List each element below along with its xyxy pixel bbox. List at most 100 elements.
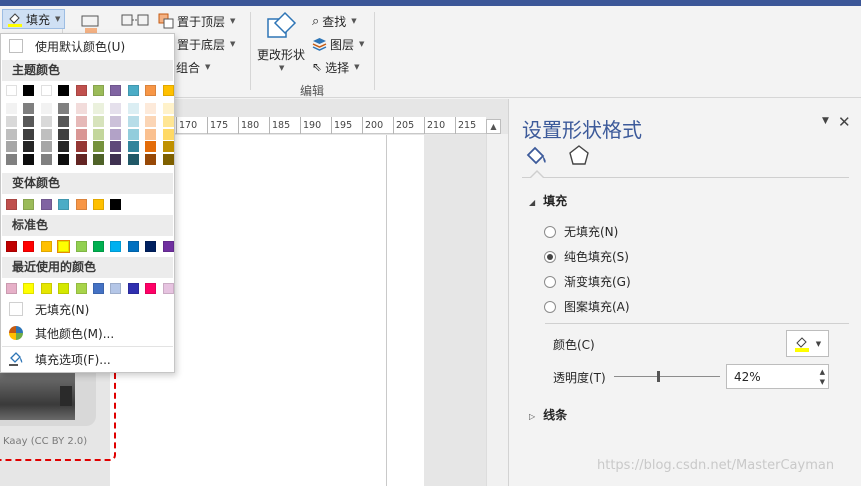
theme-shade-swatch[interactable] <box>145 103 157 114</box>
theme-color-swatch[interactable] <box>23 85 35 96</box>
theme-shade-swatch[interactable] <box>40 154 52 166</box>
theme-shade-swatch[interactable] <box>145 141 157 153</box>
fill-section-header[interactable]: ◢ 填充 <box>529 192 567 209</box>
gradient-fill-option[interactable]: 渐变填充(G) <box>544 273 631 290</box>
scroll-up-button[interactable]: ▲ <box>486 119 501 134</box>
theme-shade-swatch[interactable] <box>75 128 87 140</box>
standard-color-swatch[interactable] <box>57 240 71 253</box>
recent-color-swatch[interactable] <box>40 283 52 294</box>
theme-shade-swatch[interactable] <box>110 128 122 140</box>
line-section-header[interactable]: ▷ 线条 <box>529 406 567 423</box>
fill-button[interactable]: 填充 ▼ <box>2 9 66 29</box>
theme-shade-swatch[interactable] <box>127 141 139 153</box>
theme-shade-swatch[interactable] <box>110 154 122 166</box>
theme-shade-swatch[interactable] <box>145 128 157 140</box>
theme-shade-swatch[interactable] <box>127 103 139 114</box>
theme-shade-swatch[interactable] <box>23 154 35 166</box>
theme-shade-swatch[interactable] <box>23 115 35 127</box>
theme-shade-swatch[interactable] <box>93 115 104 127</box>
theme-shade-swatch[interactable] <box>75 141 87 153</box>
recent-color-swatch[interactable] <box>127 283 139 294</box>
theme-shade-swatch[interactable] <box>145 115 157 127</box>
theme-shade-swatch[interactable] <box>40 128 52 140</box>
theme-shade-swatch[interactable] <box>40 115 52 127</box>
standard-color-swatch[interactable] <box>75 241 87 252</box>
close-icon[interactable]: ✕ <box>838 113 851 131</box>
theme-color-swatch[interactable] <box>162 85 174 96</box>
standard-color-swatch[interactable] <box>40 241 52 252</box>
theme-color-swatch[interactable] <box>93 85 104 96</box>
variant-color-swatch[interactable] <box>58 199 70 210</box>
select-button[interactable]: ⇖ 选择 ▼ <box>312 57 359 77</box>
theme-shade-swatch[interactable] <box>162 103 174 114</box>
vertical-scrollbar[interactable] <box>486 134 508 486</box>
theme-color-swatch[interactable] <box>6 85 17 96</box>
standard-color-swatch[interactable] <box>145 241 157 252</box>
standard-color-swatch[interactable] <box>110 241 122 252</box>
theme-shade-swatch[interactable] <box>6 115 17 127</box>
theme-color-swatch[interactable] <box>145 85 157 96</box>
transparency-slider-thumb[interactable] <box>657 371 660 382</box>
variant-color-swatch[interactable] <box>40 199 52 210</box>
theme-shade-swatch[interactable] <box>162 115 174 127</box>
theme-shade-swatch[interactable] <box>58 103 70 114</box>
theme-shade-swatch[interactable] <box>23 128 35 140</box>
theme-shade-swatch[interactable] <box>75 115 87 127</box>
color-picker-button[interactable]: ▼ <box>786 330 829 357</box>
recent-color-swatch[interactable] <box>23 283 35 294</box>
standard-color-swatch[interactable] <box>127 241 139 252</box>
theme-shade-swatch[interactable] <box>58 128 70 140</box>
theme-color-swatch[interactable] <box>75 85 87 96</box>
theme-shade-swatch[interactable] <box>127 115 139 127</box>
recent-color-swatch[interactable] <box>75 283 87 294</box>
pentagon-effects-tab-icon[interactable] <box>568 144 590 166</box>
theme-shade-swatch[interactable] <box>58 141 70 153</box>
radio-button[interactable] <box>544 225 556 238</box>
theme-shade-swatch[interactable] <box>23 103 35 114</box>
radio-button[interactable] <box>544 275 556 288</box>
theme-shade-swatch[interactable] <box>110 103 122 114</box>
standard-color-swatch[interactable] <box>162 241 174 252</box>
radio-button-selected[interactable] <box>544 250 556 263</box>
theme-shade-swatch[interactable] <box>127 154 139 166</box>
bring-to-front-button[interactable]: 置于顶层 ▼ <box>158 11 235 31</box>
fill-line-tab-icon[interactable] <box>524 144 550 168</box>
align-icon[interactable] <box>79 13 101 35</box>
theme-shade-swatch[interactable] <box>127 128 139 140</box>
theme-shade-swatch[interactable] <box>58 115 70 127</box>
variant-color-swatch[interactable] <box>93 199 104 210</box>
theme-shade-swatch[interactable] <box>6 103 17 114</box>
theme-color-swatch[interactable] <box>127 85 139 96</box>
variant-color-swatch[interactable] <box>75 199 87 210</box>
recent-color-swatch[interactable] <box>58 283 70 294</box>
layers-button[interactable]: 图层 ▼ <box>312 34 364 54</box>
theme-shade-swatch[interactable] <box>6 154 17 166</box>
theme-shade-swatch[interactable] <box>93 128 104 140</box>
variant-color-swatch[interactable] <box>110 199 122 210</box>
standard-color-swatch[interactable] <box>23 241 35 252</box>
theme-color-swatch[interactable] <box>110 85 122 96</box>
pane-options-icon[interactable]: ▼ <box>822 116 829 126</box>
theme-shade-swatch[interactable] <box>23 141 35 153</box>
spin-up-icon[interactable]: ▲ <box>820 368 825 376</box>
find-button[interactable]: ⌕ 查找 ▼ <box>312 11 357 31</box>
change-shape-button[interactable]: 更改形状 ▼ <box>256 9 308 79</box>
transparency-slider-track[interactable] <box>614 376 720 377</box>
theme-shade-swatch[interactable] <box>75 103 87 114</box>
theme-shade-swatch[interactable] <box>6 141 17 153</box>
more-colors-item[interactable]: 其他颜色(M)... <box>2 322 173 344</box>
theme-shade-swatch[interactable] <box>162 154 174 166</box>
standard-color-swatch[interactable] <box>6 241 17 252</box>
theme-shade-swatch[interactable] <box>40 141 52 153</box>
variant-color-swatch[interactable] <box>23 199 35 210</box>
radio-button[interactable] <box>544 300 556 313</box>
recent-color-swatch[interactable] <box>162 283 174 294</box>
theme-shade-swatch[interactable] <box>6 128 17 140</box>
recent-color-swatch[interactable] <box>93 283 104 294</box>
position-icon[interactable] <box>120 11 152 33</box>
spin-down-icon[interactable]: ▼ <box>820 378 825 386</box>
pattern-fill-option[interactable]: 图案填充(A) <box>544 298 630 315</box>
fill-options-item[interactable]: 填充选项(F)... <box>2 348 173 370</box>
theme-shade-swatch[interactable] <box>93 103 104 114</box>
standard-color-swatch[interactable] <box>93 241 104 252</box>
